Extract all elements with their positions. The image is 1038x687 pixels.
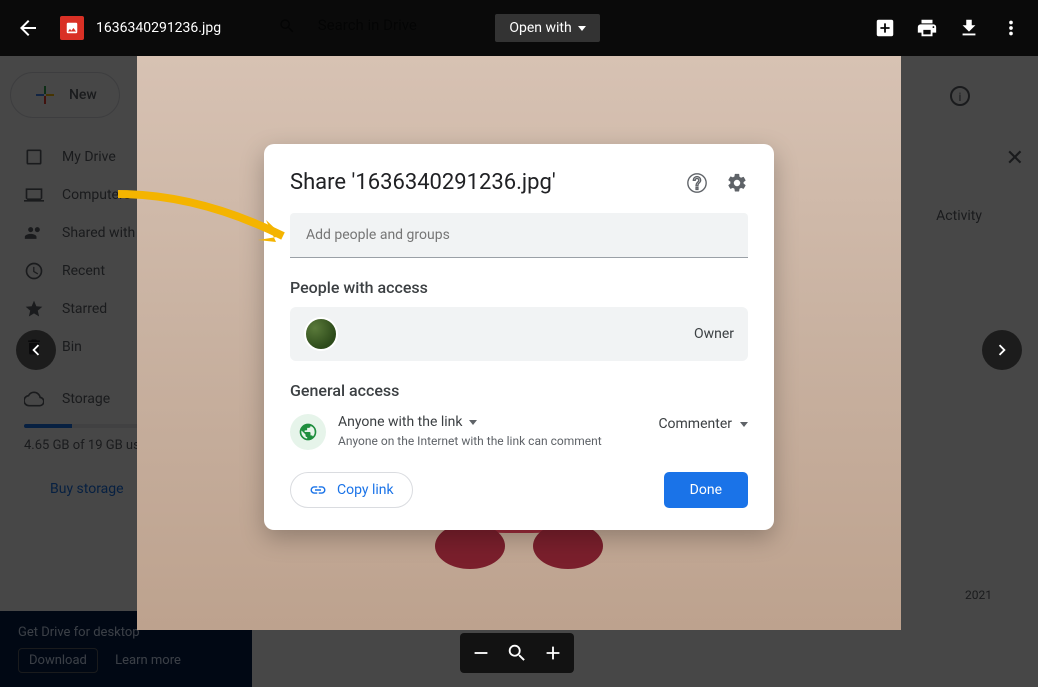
back-arrow-icon[interactable]	[16, 16, 40, 40]
chevron-down-icon	[740, 422, 748, 427]
copy-link-button[interactable]: Copy link	[290, 472, 413, 508]
avatar	[304, 317, 338, 351]
viewer-topbar: 1636340291236.jpg Open with	[0, 0, 1038, 56]
download-icon[interactable]	[958, 17, 980, 39]
done-button[interactable]: Done	[664, 472, 748, 508]
access-description: Anyone on the Internet with the link can…	[338, 434, 658, 448]
image-filetype-icon	[60, 16, 84, 40]
zoom-out-icon[interactable]	[470, 642, 492, 664]
owner-row: Owner	[290, 307, 748, 361]
permission-dropdown[interactable]: Commenter	[658, 416, 748, 432]
share-modal: Share '1636340291236.jpg' People with ac…	[264, 144, 774, 530]
general-access-heading: General access	[290, 381, 748, 400]
settings-gear-icon[interactable]	[726, 172, 748, 194]
zoom-controls	[460, 633, 574, 673]
add-to-drive-icon[interactable]	[874, 17, 896, 39]
people-with-access-heading: People with access	[290, 278, 748, 297]
add-people-input[interactable]	[290, 213, 748, 258]
owner-role-label: Owner	[694, 326, 734, 342]
chevron-down-icon	[469, 420, 477, 425]
zoom-in-icon[interactable]	[542, 642, 564, 664]
access-scope-dropdown[interactable]: Anyone with the link	[338, 414, 658, 430]
chevron-down-icon	[578, 26, 586, 31]
zoom-reset-icon[interactable]	[506, 642, 528, 664]
globe-icon	[290, 414, 326, 450]
share-modal-title: Share '1636340291236.jpg'	[290, 170, 668, 195]
open-with-button[interactable]: Open with	[495, 14, 599, 42]
help-icon[interactable]	[686, 172, 708, 194]
filename-label: 1636340291236.jpg	[96, 20, 221, 36]
next-image-button[interactable]	[982, 330, 1022, 370]
prev-image-button[interactable]	[16, 330, 56, 370]
more-options-icon[interactable]	[1000, 17, 1022, 39]
print-icon[interactable]	[916, 17, 938, 39]
link-icon	[309, 481, 327, 499]
